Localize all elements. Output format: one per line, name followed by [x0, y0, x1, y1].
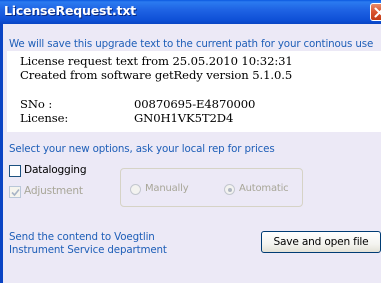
send-instructions-line-1: Send the contend to Voegtlin	[9, 231, 155, 243]
datalogging-label[interactable]: Datalogging	[24, 164, 87, 176]
adjustment-checkbox[interactable]	[9, 186, 21, 198]
radio-selected-dot	[227, 187, 232, 192]
license-value: GN0H1VK5T2D4	[134, 111, 234, 125]
checkmark-icon	[11, 188, 20, 197]
license-label: License:	[20, 111, 69, 125]
automatic-label[interactable]: Automatic	[239, 183, 289, 194]
title-bar[interactable]: LicenseRequest.txt	[0, 0, 381, 24]
manually-radio[interactable]	[130, 184, 141, 195]
sno-value: 00870695-E4870000	[134, 97, 256, 111]
options-hint: Select your new options, ask your local …	[9, 143, 275, 155]
license-line-2: Created from software getRedy version 5.…	[20, 68, 293, 82]
send-instructions-line-2: Instrument Service department	[9, 244, 167, 256]
save-and-open-button[interactable]: Save and open file	[261, 231, 381, 253]
manually-label[interactable]: Manually	[145, 183, 189, 194]
adjustment-label[interactable]: Adjustment	[24, 185, 83, 197]
window-left-border	[0, 24, 3, 283]
license-request-window: LicenseRequest.txt We will save this upg…	[0, 0, 381, 283]
license-line-1: License request text from 25.05.2010 10:…	[20, 54, 293, 68]
license-text-box[interactable]: License request text from 25.05.2010 10:…	[7, 51, 381, 132]
intro-text: We will save this upgrade text to the cu…	[9, 38, 374, 50]
automatic-radio[interactable]	[224, 184, 235, 195]
close-icon	[374, 7, 381, 18]
close-button[interactable]	[370, 3, 381, 21]
send-instructions: Send the contend to Voegtlin Instrument …	[9, 231, 167, 257]
window-title: LicenseRequest.txt	[4, 3, 136, 18]
datalogging-checkbox[interactable]	[9, 165, 21, 177]
sno-label: SNo :	[20, 97, 53, 111]
